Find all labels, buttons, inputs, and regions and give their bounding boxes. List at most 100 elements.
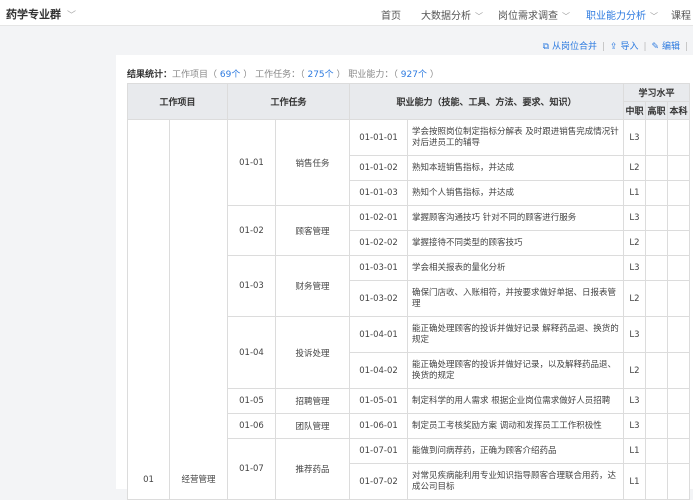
nav-home[interactable]: 首页 xyxy=(381,7,401,22)
brand-selector[interactable]: 药学专业群 ﹀ xyxy=(6,6,76,22)
header-level-bachelor: 本科 xyxy=(667,101,690,120)
level-secondary: L3 xyxy=(623,119,646,156)
level-bachelor xyxy=(667,463,690,500)
level-higher xyxy=(645,316,668,353)
ability-code: 01-03-02 xyxy=(349,280,408,317)
ability-count: 927个 xyxy=(400,70,427,80)
ability-code: 01-02-02 xyxy=(349,230,408,256)
ability-text: 掌握接待不同类型的顾客技巧 xyxy=(407,230,624,256)
level-higher xyxy=(645,438,668,464)
project-count-label: 工作项目 xyxy=(172,70,209,80)
task-name: 财务管理 xyxy=(275,255,350,317)
level-secondary: L1 xyxy=(623,180,646,206)
level-bachelor xyxy=(667,205,690,231)
ability-code: 01-02-01 xyxy=(349,205,408,231)
nav-course-label: 课程 xyxy=(671,11,691,22)
merge-from-post-button[interactable]: ⧉ 从岗位合并 xyxy=(543,42,597,52)
chevron-down-icon: ﹀ xyxy=(475,12,483,21)
summary-label: 结果统计： xyxy=(127,70,173,80)
merge-icon: ⧉ xyxy=(542,42,550,52)
header-work-project: 工作项目 xyxy=(127,83,228,120)
level-higher xyxy=(645,180,668,206)
ability-text: 掌握顾客沟通技巧 针对不同的顾客进行服务 xyxy=(407,205,624,231)
edit-label: 编辑 xyxy=(661,42,680,52)
ability-text: 熟知个人销售指标，并达成 xyxy=(407,180,624,206)
level-bachelor xyxy=(667,180,690,206)
edit-button[interactable]: ✎ 编辑 xyxy=(652,42,680,52)
task-name: 投诉处理 xyxy=(275,316,350,389)
ability-text: 能正确处理顾客的投诉并做好记录 解释药品退、换货的规定 xyxy=(407,316,624,353)
edit-icon: ✎ xyxy=(651,42,660,52)
ability-code: 01-07-01 xyxy=(349,438,408,464)
header-level-higher: 高职 xyxy=(645,101,668,120)
nav-job-survey-label: 岗位需求调查 xyxy=(498,11,558,22)
level-higher xyxy=(645,205,668,231)
level-higher xyxy=(645,230,668,256)
nav-ability-analysis[interactable]: 职业能力分析 ﹀ xyxy=(586,7,658,22)
ability-code: 01-01-01 xyxy=(349,119,408,156)
level-higher xyxy=(645,463,668,500)
level-secondary: L2 xyxy=(623,155,646,181)
ability-code: 01-04-02 xyxy=(349,352,408,389)
chevron-down-icon: ﹀ xyxy=(562,12,570,21)
ability-code: 01-06-01 xyxy=(349,413,408,439)
header-learning-level: 学习水平 xyxy=(623,83,690,102)
nav-job-survey[interactable]: 岗位需求调查 ﹀ xyxy=(498,7,570,22)
import-button[interactable]: ⇪ 导入 xyxy=(610,42,638,52)
nav-big-data[interactable]: 大数据分析 ﹀ xyxy=(421,7,483,22)
level-bachelor xyxy=(667,155,690,181)
level-secondary: L2 xyxy=(623,280,646,317)
project-code: 01 xyxy=(127,119,170,500)
level-secondary: L2 xyxy=(623,352,646,389)
project-name: 经营管理 xyxy=(169,119,228,500)
nav-course[interactable]: 课程 xyxy=(671,7,691,22)
task-code: 01-01 xyxy=(227,119,276,206)
level-bachelor xyxy=(667,388,690,414)
result-summary: 结果统计：工作项目（ 69个 ） 工作任务：（ 275个 ） 职业能力：（ 92… xyxy=(127,70,439,80)
ability-code: 01-07-02 xyxy=(349,463,408,500)
task-name: 销售任务 xyxy=(275,119,350,206)
level-bachelor xyxy=(667,352,690,389)
ability-text: 制定科学的用人需求 根据企业岗位需求做好人员招聘 xyxy=(407,388,624,414)
task-count-label: 工作任务： xyxy=(255,70,301,80)
chevron-down-icon: ﹀ xyxy=(650,12,658,21)
level-higher xyxy=(645,280,668,317)
top-navigation-bar: 药学专业群 ﹀ 首页 大数据分析 ﹀ 岗位需求调查 ﹀ 职业能力分析 ﹀ 课程 xyxy=(0,0,693,26)
ability-text: 熟知本班销售指标，并达成 xyxy=(407,155,624,181)
level-higher xyxy=(645,119,668,156)
task-code: 01-06 xyxy=(227,413,276,439)
merge-label: 从岗位合并 xyxy=(551,42,597,52)
task-code: 01-07 xyxy=(227,438,276,500)
ability-text: 确保门店收、入账相符，并按要求做好单据、日报表管理 xyxy=(407,280,624,317)
level-secondary: L3 xyxy=(623,255,646,281)
upload-icon: ⇪ xyxy=(610,42,618,52)
task-code: 01-05 xyxy=(227,388,276,414)
task-code: 01-04 xyxy=(227,316,276,389)
level-secondary: L3 xyxy=(623,413,646,439)
task-count: 275个 xyxy=(307,70,334,80)
header-ability: 职业能力（技能、工具、方法、要求、知识） xyxy=(349,83,624,120)
level-bachelor xyxy=(667,280,690,317)
level-bachelor xyxy=(667,438,690,464)
ability-code: 01-04-01 xyxy=(349,316,408,353)
ability-text: 学会相关报表的量化分析 xyxy=(407,255,624,281)
project-count: 69个 xyxy=(219,70,241,80)
task-code: 01-03 xyxy=(227,255,276,317)
task-code: 01-02 xyxy=(227,205,276,256)
ability-code: 01-03-01 xyxy=(349,255,408,281)
chevron-down-icon: ﹀ xyxy=(67,11,77,21)
brand-name: 药学专业群 xyxy=(6,8,61,21)
ability-code: 01-01-03 xyxy=(349,180,408,206)
level-secondary: L3 xyxy=(623,205,646,231)
level-bachelor xyxy=(667,119,690,156)
ability-text: 对常见疾病能利用专业知识指导顾客合理联合用药，达成公司目标 xyxy=(407,463,624,500)
import-label: 导入 xyxy=(620,42,639,52)
level-secondary: L2 xyxy=(623,230,646,256)
level-bachelor xyxy=(667,316,690,353)
task-name: 团队管理 xyxy=(275,413,350,439)
toolbar: ⧉ 从岗位合并 | ⇪ 导入 | ✎ 编辑 | xyxy=(542,42,688,52)
level-higher xyxy=(645,255,668,281)
ability-text: 能做到问病荐药，正确为顾客介绍药品 xyxy=(407,438,624,464)
level-bachelor xyxy=(667,255,690,281)
ability-text: 能正确处理顾客的投诉并做好记录，以及解释药品退、换货的规定 xyxy=(407,352,624,389)
